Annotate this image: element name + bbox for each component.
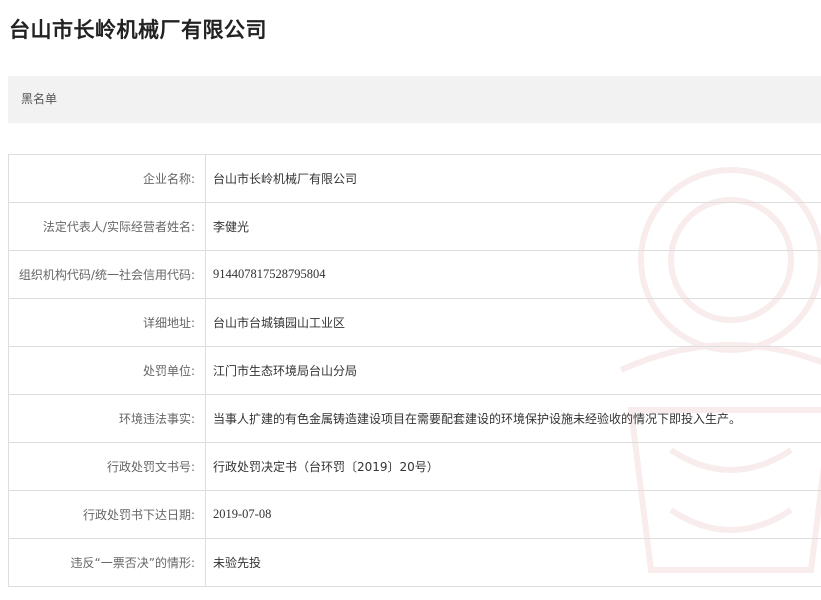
row-label: 法定代表人/实际经营者姓名:: [8, 202, 206, 251]
row-value: 914407817528795804: [205, 250, 821, 299]
table-row-penalty-document-number: 行政处罚文书号: 行政处罚决定书（台环罚〔2019〕20号）: [8, 442, 821, 491]
page-title: 台山市长岭机械厂有限公司: [9, 17, 267, 42]
table-row-violation-facts: 环境违法事实: 当事人扩建的有色金属铸造建设项目在需要配套建设的环境保护设施未经…: [8, 394, 821, 443]
row-label: 企业名称:: [8, 154, 206, 203]
row-value: 李健光: [205, 202, 821, 251]
section-header-blacklist: 黑名单: [8, 76, 821, 123]
table-row-penalty-date: 行政处罚书下达日期: 2019-07-08: [8, 490, 821, 539]
row-label: 行政处罚书下达日期:: [8, 490, 206, 539]
table-row-address: 详细地址: 台山市台城镇园山工业区: [8, 298, 821, 347]
row-value: 当事人扩建的有色金属铸造建设项目在需要配套建设的环境保护设施未经验收的情况下即投…: [205, 394, 821, 443]
table-row-company-name: 企业名称: 台山市长岭机械厂有限公司: [8, 154, 821, 203]
row-value: 2019-07-08: [205, 490, 821, 539]
table-row-legal-representative: 法定代表人/实际经营者姓名: 李健光: [8, 202, 821, 251]
row-label: 组织机构代码/统一社会信用代码:: [8, 250, 206, 299]
table-row-penalty-unit: 处罚单位: 江门市生态环境局台山分局: [8, 346, 821, 395]
row-value: 行政处罚决定书（台环罚〔2019〕20号）: [205, 442, 821, 491]
row-label: 环境违法事实:: [8, 394, 206, 443]
row-label: 违反“一票否决”的情形:: [8, 538, 206, 587]
row-label: 详细地址:: [8, 298, 206, 347]
row-value: 台山市台城镇园山工业区: [205, 298, 821, 347]
row-value: 江门市生态环境局台山分局: [205, 346, 821, 395]
row-value: 台山市长岭机械厂有限公司: [205, 154, 821, 203]
page: 台山市长岭机械厂有限公司 黑名单 企业名称: 台山市长岭机械厂有限公司 法定代表…: [0, 0, 821, 600]
row-value: 未验先投: [205, 538, 821, 587]
table-row-veto-situation: 违反“一票否决”的情形: 未验先投: [8, 538, 821, 587]
record-detail-table: 企业名称: 台山市长岭机械厂有限公司 法定代表人/实际经营者姓名: 李健光 组织…: [8, 154, 821, 587]
table-row-credit-code: 组织机构代码/统一社会信用代码: 914407817528795804: [8, 250, 821, 299]
row-label: 行政处罚文书号:: [8, 442, 206, 491]
row-label: 处罚单位:: [8, 346, 206, 395]
